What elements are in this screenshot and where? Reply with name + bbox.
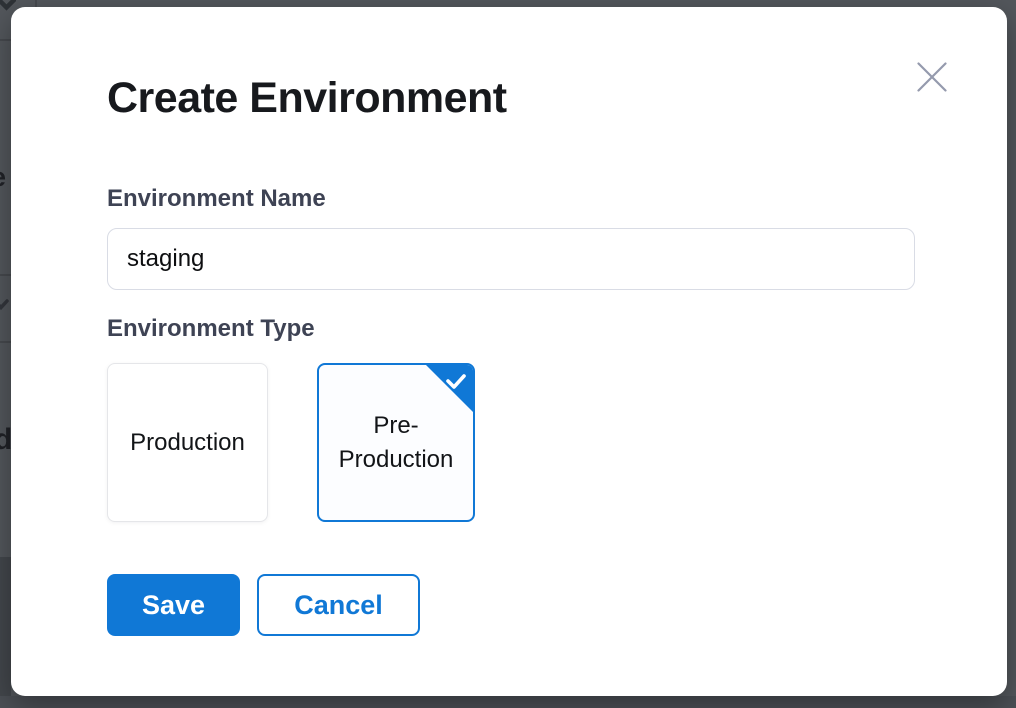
cancel-button[interactable]: Cancel xyxy=(257,574,420,636)
background-vertical-divider xyxy=(35,0,37,7)
environment-name-input[interactable] xyxy=(107,228,915,290)
background-partial-text: e xyxy=(0,164,6,191)
selected-corner-badge xyxy=(426,365,473,412)
environment-name-label: Environment Name xyxy=(107,185,326,213)
background-divider xyxy=(0,274,11,276)
option-label: Pre-Production xyxy=(329,409,463,477)
background-divider xyxy=(0,341,11,343)
environment-type-option-production[interactable]: Production xyxy=(107,363,268,522)
save-button[interactable]: Save xyxy=(107,574,240,636)
background-dark-panel xyxy=(0,557,11,696)
close-button[interactable] xyxy=(904,49,960,105)
background-chevron-down-icon xyxy=(0,0,16,11)
background-divider xyxy=(0,39,11,41)
close-icon xyxy=(917,62,947,92)
dialog-title: Create Environment xyxy=(107,73,507,123)
background-bottom-strip xyxy=(0,696,1016,708)
page-backdrop: { "backdrop": { "partial_letter_top": "e… xyxy=(0,0,1016,708)
create-environment-dialog: Create Environment Environment Name Envi… xyxy=(11,7,1007,696)
environment-type-label: Environment Type xyxy=(107,315,315,343)
background-chevron-down-icon xyxy=(0,299,9,312)
environment-type-option-pre-production[interactable]: Pre-Production xyxy=(317,363,475,522)
option-label: Production xyxy=(130,426,245,460)
check-icon xyxy=(444,372,468,392)
